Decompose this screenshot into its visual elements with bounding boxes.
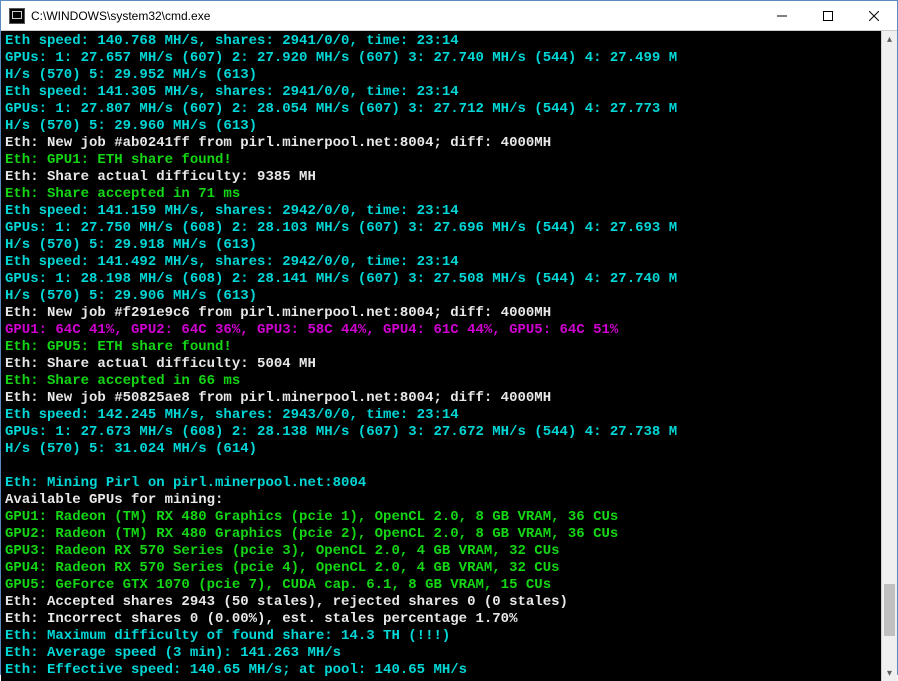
scroll-up-icon[interactable]: ▴ [882,31,897,47]
terminal-line: Eth speed: 141.492 MH/s, shares: 2942/0/… [5,254,881,271]
terminal-line: Eth: New job #f291e9c6 from pirl.minerpo… [5,305,881,322]
terminal-line: Eth: Share actual difficulty: 9385 MH [5,169,881,186]
terminal-line: Eth: New job #50825ae8 from pirl.minerpo… [5,390,881,407]
terminal-line [5,458,881,475]
close-button[interactable] [851,1,897,30]
scroll-down-icon[interactable]: ▾ [882,665,897,681]
terminal-line: Eth: Mining Pirl on pirl.minerpool.net:8… [5,475,881,492]
terminal-line: GPU3: Radeon RX 570 Series (pcie 3), Ope… [5,543,881,560]
terminal-line: GPU2: Radeon (TM) RX 480 Graphics (pcie … [5,526,881,543]
terminal-line: Eth: Share accepted in 66 ms [5,373,881,390]
terminal-line: H/s (570) 5: 29.918 MH/s (613) [5,237,881,254]
terminal-line: Eth: Average speed (3 min): 141.263 MH/s [5,645,881,662]
terminal-line: GPU1: Radeon (TM) RX 480 Graphics (pcie … [5,509,881,526]
terminal-line: Eth speed: 141.159 MH/s, shares: 2942/0/… [5,203,881,220]
terminal-line: Eth: New job #ab0241ff from pirl.minerpo… [5,135,881,152]
terminal-line: GPU4: Radeon RX 570 Series (pcie 4), Ope… [5,560,881,577]
terminal-line: Eth: Effective speed: 140.65 MH/s; at po… [5,662,881,679]
terminal-line: H/s (570) 5: 31.024 MH/s (614) [5,441,881,458]
terminal-line: Eth: Incorrect shares 0 (0.00%), est. st… [5,611,881,628]
scrollbar[interactable]: ▴ ▾ [881,31,897,681]
terminal-line: Eth: Maximum difficulty of found share: … [5,628,881,645]
terminal-line: GPUs: 1: 28.198 MH/s (608) 2: 28.141 MH/… [5,271,881,288]
terminal-wrap: Eth speed: 140.768 MH/s, shares: 2941/0/… [1,31,897,681]
terminal-line: Eth speed: 140.768 MH/s, shares: 2941/0/… [5,33,881,50]
cmd-window: C:\WINDOWS\system32\cmd.exe Eth speed: 1… [0,0,898,675]
terminal-line: GPU5: GeForce GTX 1070 (pcie 7), CUDA ca… [5,577,881,594]
terminal-line: GPUs: 1: 27.657 MH/s (607) 2: 27.920 MH/… [5,50,881,67]
terminal-line: H/s (570) 5: 29.960 MH/s (613) [5,118,881,135]
titlebar[interactable]: C:\WINDOWS\system32\cmd.exe [1,1,897,31]
minimize-button[interactable] [759,1,805,30]
terminal-line: Eth: Share actual difficulty: 5004 MH [5,356,881,373]
terminal-line: Available GPUs for mining: [5,492,881,509]
terminal-line: Eth: Accepted shares 2943 (50 stales), r… [5,594,881,611]
terminal-line: H/s (570) 5: 29.952 MH/s (613) [5,67,881,84]
terminal-line: Eth speed: 141.305 MH/s, shares: 2941/0/… [5,84,881,101]
terminal-line: Eth speed: 142.245 MH/s, shares: 2943/0/… [5,407,881,424]
terminal-line: Eth: Share accepted in 71 ms [5,186,881,203]
window-title: C:\WINDOWS\system32\cmd.exe [31,9,759,23]
window-buttons [759,1,897,30]
scroll-thumb[interactable] [884,584,895,636]
terminal-line: Eth: GPU5: ETH share found! [5,339,881,356]
cmd-icon [9,8,25,24]
maximize-button[interactable] [805,1,851,30]
terminal-line: Eth: GPU1: ETH share found! [5,152,881,169]
terminal-line: GPU1: 64C 41%, GPU2: 64C 36%, GPU3: 58C … [5,322,881,339]
terminal-line: GPUs: 1: 27.673 MH/s (608) 2: 28.138 MH/… [5,424,881,441]
terminal-line: GPUs: 1: 27.807 MH/s (607) 2: 28.054 MH/… [5,101,881,118]
terminal-line: GPUs: 1: 27.750 MH/s (608) 2: 28.103 MH/… [5,220,881,237]
terminal-output[interactable]: Eth speed: 140.768 MH/s, shares: 2941/0/… [1,31,881,681]
terminal-line: H/s (570) 5: 29.906 MH/s (613) [5,288,881,305]
